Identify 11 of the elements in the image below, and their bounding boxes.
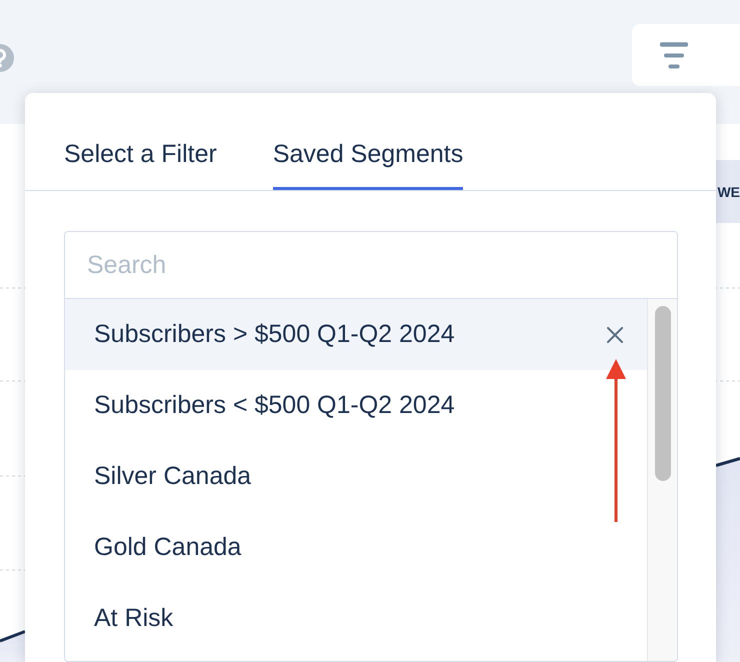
chart-line xyxy=(0,630,26,642)
tab[interactable]: Select a Filter xyxy=(64,120,217,190)
chart-line xyxy=(716,457,740,467)
filter-icon xyxy=(660,42,688,68)
scrollbar-thumb[interactable] xyxy=(654,306,670,481)
segment-item[interactable]: Subscribers > $500 Q1-Q2 2024 xyxy=(65,299,647,370)
tab[interactable]: Saved Segments xyxy=(272,120,464,190)
column-header: WE xyxy=(716,160,740,223)
filter-button[interactable] xyxy=(632,24,740,86)
search-field[interactable]: Search xyxy=(65,232,677,299)
close-icon[interactable] xyxy=(607,326,623,342)
